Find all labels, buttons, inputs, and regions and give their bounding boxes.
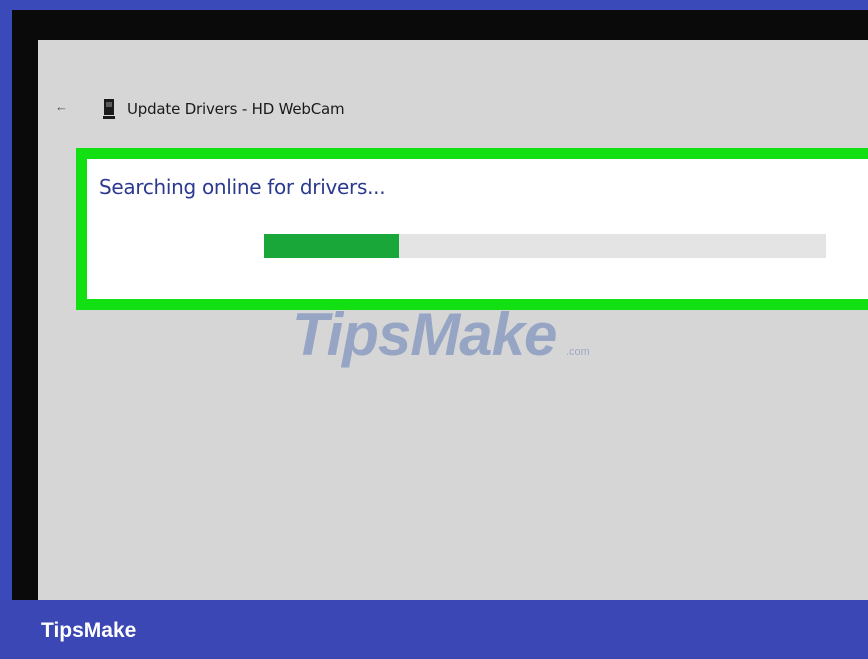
webcam-device-icon (103, 99, 115, 119)
search-status-panel (76, 148, 868, 310)
search-progress-fill (264, 234, 399, 258)
watermark-logo: TipsMake (292, 301, 557, 368)
watermark-suffix: .com (566, 346, 590, 358)
frame-border-left (0, 0, 12, 600)
window-title: Update Drivers - HD WebCam (127, 100, 345, 118)
search-status-message: Searching online for drivers... (99, 175, 386, 199)
search-progress-bar (264, 234, 826, 258)
back-arrow-icon[interactable]: ← (55, 100, 69, 114)
frame-border-top (0, 0, 868, 10)
footer-brand-label: TipsMake (41, 619, 137, 642)
tutorial-image-frame: ← Update Drivers - HD WebCam Searching o… (0, 0, 868, 659)
